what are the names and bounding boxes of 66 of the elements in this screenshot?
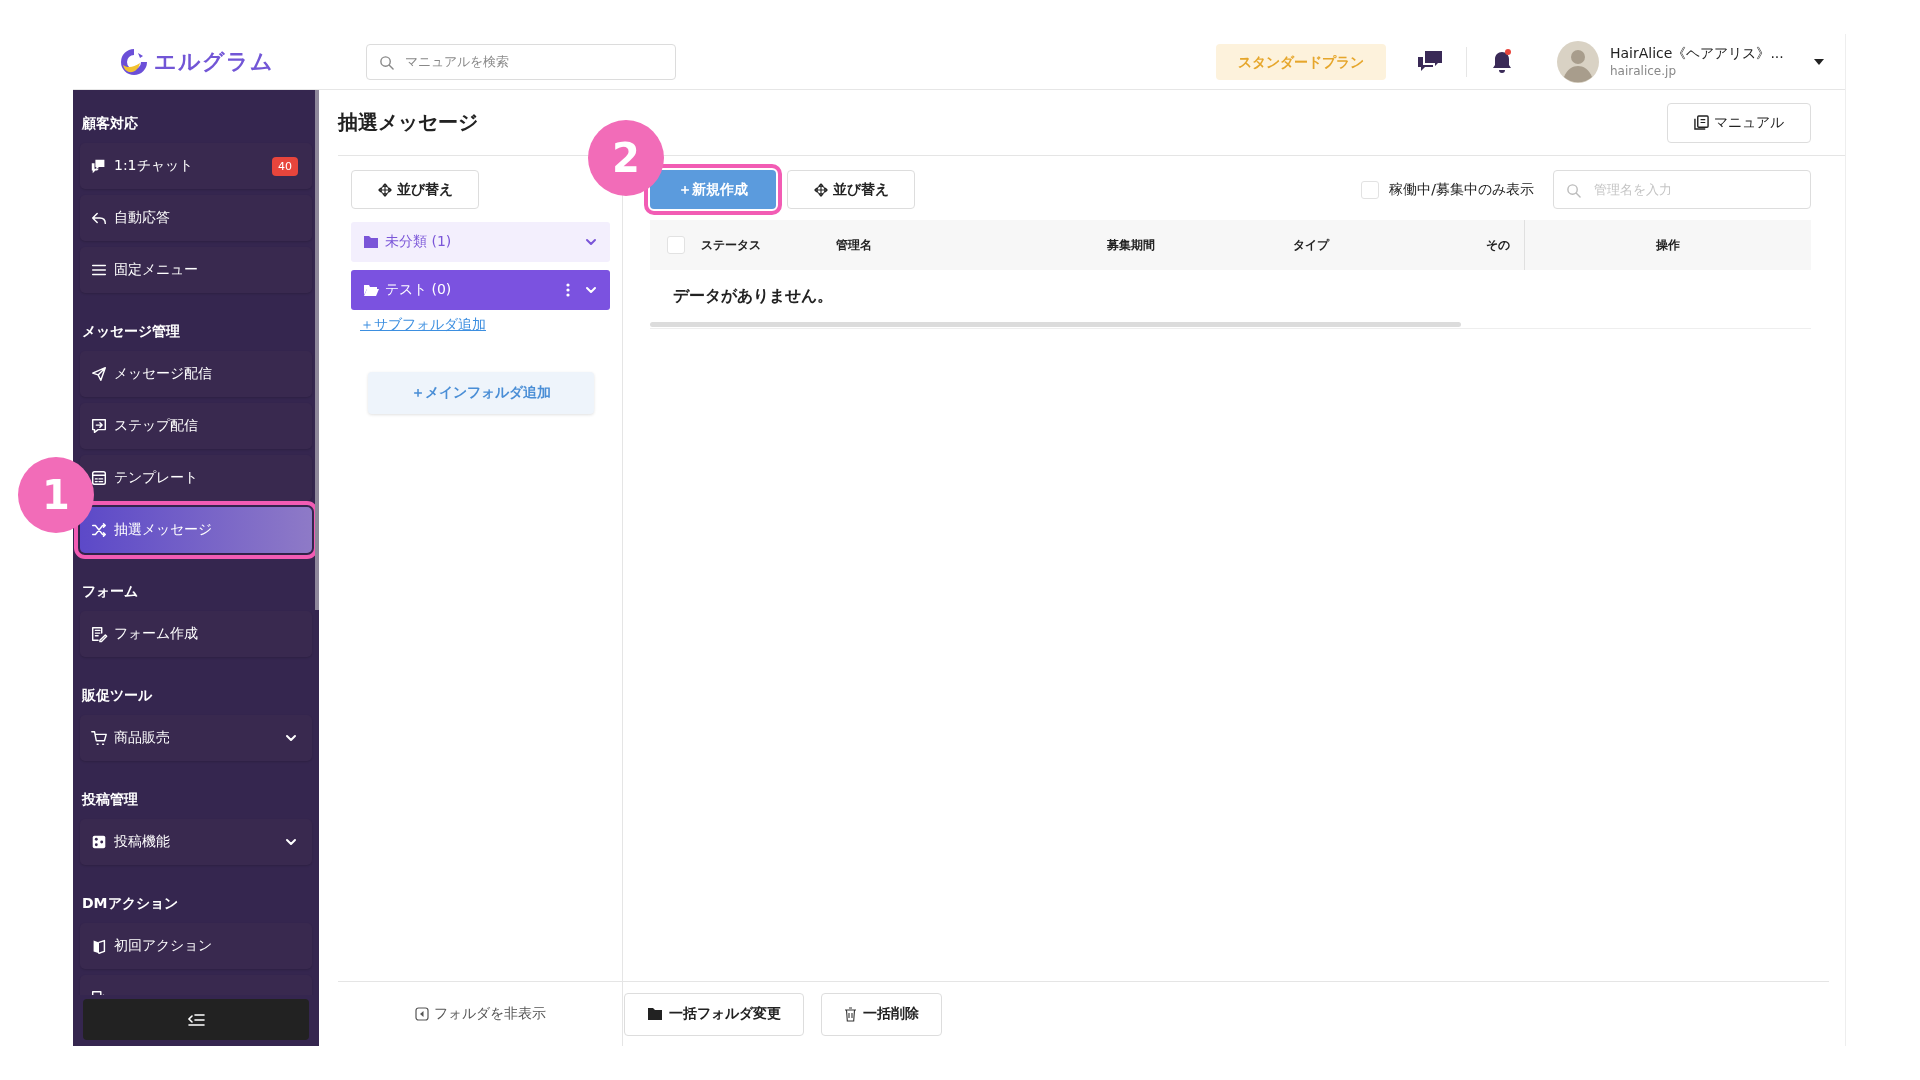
trash-icon — [844, 1006, 857, 1022]
scrollbar[interactable] — [315, 90, 319, 610]
section-heading: 投稿管理 — [80, 790, 139, 809]
column-header: 操作 — [1656, 236, 1680, 254]
column-header: その — [1486, 236, 1510, 254]
sort-button[interactable]: 並び替え — [351, 170, 479, 209]
add-subfolder-link[interactable]: ＋サブフォルダ追加 — [360, 316, 486, 334]
bulk-action-button[interactable]: 一括フォルダ変更 — [624, 992, 804, 1036]
book-icon — [1694, 115, 1709, 130]
folder-item[interactable]: テスト (0) — [351, 270, 610, 310]
bulk-action-button[interactable]: 一括削除 — [821, 992, 942, 1036]
sidebar-item[interactable]: テンプレート — [80, 455, 312, 501]
sidebar-item[interactable]: 商品販売 — [80, 715, 312, 761]
folder-icon — [363, 235, 379, 249]
checkbox-label: 稼働中/募集中のみ表示 — [1389, 180, 1534, 199]
folder-item[interactable]: 未分類 (1) — [351, 222, 610, 262]
column-header: 管理名 — [836, 236, 872, 254]
section-heading: 販促ツール — [81, 686, 153, 705]
manual-button[interactable]: マニュアル — [1667, 102, 1811, 143]
more-vertical-icon — [566, 283, 570, 297]
collapse-menu-icon — [187, 1012, 205, 1027]
column-header: タイプ — [1293, 236, 1329, 254]
callout-marker: 2 — [588, 120, 664, 196]
folder-open-icon — [363, 283, 379, 297]
section-heading: 顧客対応 — [81, 114, 139, 133]
shuffle-icon — [90, 521, 108, 539]
account-domain: hairalice.jp — [1610, 64, 1677, 78]
square-dots-icon — [90, 833, 108, 851]
message-arrow-icon — [90, 417, 108, 435]
move-arrows-icon — [377, 182, 392, 197]
collapse-left-icon — [414, 1007, 429, 1021]
sidebar-item[interactable]: 投稿機能 — [80, 819, 312, 865]
sidebar-item[interactable]: メッセージ配信 — [80, 351, 312, 397]
sort-button[interactable]: 並び替え — [787, 170, 915, 209]
sidebar-item[interactable]: 固定メニュー — [80, 247, 312, 293]
move-arrows-icon — [813, 182, 828, 197]
sidebar-item[interactable]: フォーム作成 — [80, 611, 312, 657]
page-title: 抽選メッセージ — [338, 109, 478, 136]
callout-marker: 1 — [18, 457, 94, 533]
section-heading: DMアクション — [81, 894, 179, 913]
folder-icon — [647, 1007, 663, 1021]
account-name: HairAlice《ヘアアリス》... — [1610, 45, 1785, 63]
checkbox[interactable] — [666, 236, 685, 254]
column-header: ステータス — [701, 236, 761, 254]
plan-badge: スタンダードプラン — [1216, 43, 1386, 80]
search-field[interactable]: マニュアルを検索 — [366, 43, 676, 80]
caret-down-icon — [1813, 57, 1825, 66]
avatar-icon — [1557, 40, 1599, 83]
form-pen-icon — [90, 625, 108, 643]
scrollbar[interactable] — [650, 322, 1461, 327]
collapse-sidebar-button[interactable] — [83, 999, 309, 1040]
hide-folders-button[interactable]: フォルダを非表示 — [408, 1004, 552, 1024]
paper-plane-icon — [90, 365, 108, 383]
sidebar-item[interactable]: 1:1チャット 40 — [80, 143, 312, 189]
checkbox[interactable] — [1361, 180, 1380, 199]
template-icon — [90, 469, 108, 487]
count-badge: 40 — [272, 156, 298, 176]
cart-icon — [90, 729, 108, 747]
logo-text: エルグラム — [154, 47, 274, 76]
column-header: 募集期間 — [1107, 236, 1155, 254]
sidebar-item[interactable]: 自動応答 — [80, 195, 312, 241]
empty-message: データがありません。 — [672, 285, 834, 307]
section-heading: メッセージ管理 — [81, 322, 181, 341]
sidebar-item[interactable]: ステップ配信 — [80, 403, 312, 449]
sidebar-item[interactable]: 初回アクション — [80, 923, 312, 969]
section-heading: フォーム — [81, 582, 139, 601]
